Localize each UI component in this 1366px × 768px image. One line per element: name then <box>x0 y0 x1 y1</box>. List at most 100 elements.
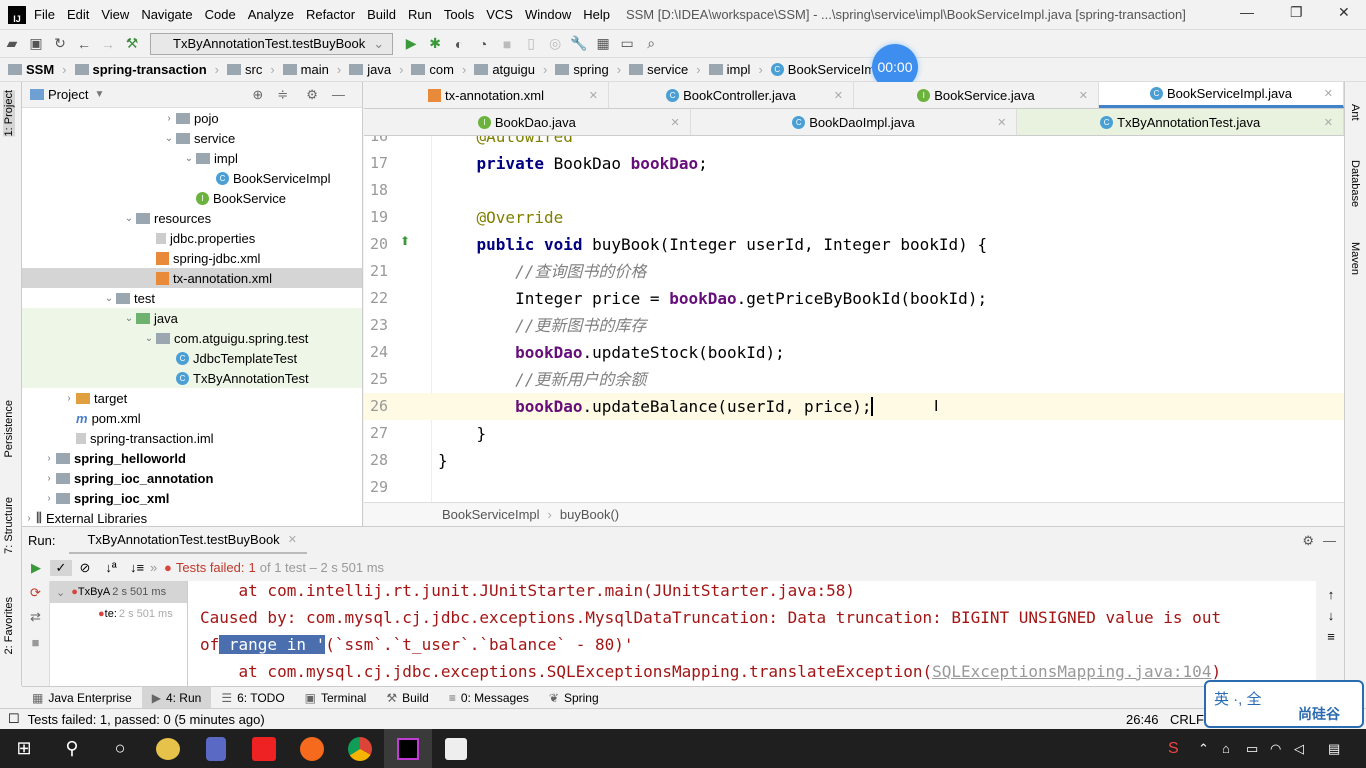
editor-tab[interactable]: I BookService.java ✕ <box>854 82 1099 108</box>
project-structure-icon[interactable]: ▦ <box>591 35 615 52</box>
menu-view[interactable]: View <box>101 7 129 22</box>
code-editor[interactable]: 16 @Autowired 17 private BookDao bookDao;… <box>364 136 1344 502</box>
chevron-down-icon[interactable]: ⌄ <box>122 213 136 224</box>
build-hammer-icon[interactable]: ⚒ <box>120 35 144 52</box>
breadcrumb-item[interactable]: spring-transaction › <box>74 62 219 77</box>
stop-icon[interactable]: ■ <box>495 36 519 52</box>
test-tree-item[interactable]: ● te: 2 s 501 ms <box>50 603 187 625</box>
notifications-icon[interactable]: ▤ <box>1328 741 1340 757</box>
tree-item[interactable]: jdbc.properties <box>22 228 362 248</box>
tray-wifi-icon[interactable]: ◠ <box>1270 741 1281 757</box>
chevron-right-icon[interactable]: › <box>42 493 56 504</box>
save-icon[interactable]: ▣ <box>24 35 48 52</box>
cursor-position[interactable]: 26:46 <box>1126 712 1159 727</box>
tree-item[interactable]: ⌄ impl <box>22 148 362 168</box>
tree-item[interactable]: › spring_ioc_annotation <box>22 468 362 488</box>
menu-code[interactable]: Code <box>205 7 236 22</box>
gear-icon[interactable]: ⚙ <box>306 87 318 103</box>
tree-item[interactable]: ⌄ java <box>22 308 362 328</box>
hide-icon[interactable]: — <box>1323 533 1336 548</box>
youdao-icon[interactable] <box>240 729 288 768</box>
tree-item[interactable]: ⌄ service <box>22 128 362 148</box>
tree-item[interactable]: › target <box>22 388 362 408</box>
show-ignored-icon[interactable]: ⊘ <box>72 560 98 576</box>
tree-item[interactable]: › ⫼ External Libraries <box>22 508 362 528</box>
search-icon[interactable]: ⌕ <box>639 35 663 52</box>
back-icon[interactable]: ← <box>72 36 96 52</box>
chevron-down-icon[interactable]: ⌄ <box>102 293 116 304</box>
sort-duration-icon[interactable]: ↓≡ <box>124 560 150 575</box>
tree-item[interactable]: I BookService <box>22 188 362 208</box>
collapse-icon[interactable]: ≑ <box>277 87 288 103</box>
toggle-icon[interactable]: ⇄ <box>22 609 49 625</box>
chevron-right-icon[interactable]: › <box>62 393 76 404</box>
menu-vcs[interactable]: VCS <box>486 7 513 22</box>
breadcrumb-item[interactable]: main › <box>282 62 341 77</box>
stop-icon[interactable]: ■ <box>22 635 49 650</box>
breadcrumb-item[interactable]: impl › <box>708 62 763 77</box>
menu-navigate[interactable]: Navigate <box>141 7 192 22</box>
chevron-down-icon[interactable]: ⌄ <box>142 333 156 344</box>
close-icon[interactable]: ✕ <box>1324 87 1333 100</box>
test-tree-root[interactable]: ⌄ ● TxByA 2 s 501 ms <box>50 581 187 603</box>
tree-item[interactable]: › pojo <box>22 108 362 128</box>
chevron-right-icon[interactable]: › <box>22 513 36 524</box>
chevron-right-icon[interactable]: › <box>42 473 56 484</box>
start-icon[interactable]: ⊞ <box>0 729 48 768</box>
tree-item[interactable]: m pom.xml <box>22 408 362 428</box>
minimize-button[interactable]: — <box>1240 4 1254 20</box>
tree-item[interactable]: C TxByAnnotationTest <box>22 368 362 388</box>
breadcrumb-item[interactable]: java › <box>349 62 403 77</box>
stripe-favorites[interactable]: 2: Favorites <box>3 597 15 654</box>
breadcrumb-item[interactable]: SSM › <box>8 62 67 77</box>
close-icon[interactable]: ✕ <box>589 89 598 102</box>
more-icon[interactable]: » <box>150 560 164 575</box>
editor-tab[interactable]: tx-annotation.xml ✕ <box>364 82 609 108</box>
search-icon[interactable]: ⚲ <box>48 729 96 768</box>
cortana-icon[interactable]: ○ <box>96 729 144 768</box>
breadcrumb-item[interactable]: com › <box>411 62 466 77</box>
menu-file[interactable]: File <box>34 7 55 22</box>
profile-icon[interactable]: ◔ <box>471 36 495 52</box>
chrome-icon[interactable] <box>336 729 384 768</box>
chevron-down-icon[interactable]: ⌄ <box>162 133 176 144</box>
stripe-maven[interactable]: Maven <box>1349 242 1361 275</box>
menu-build[interactable]: Build <box>367 7 396 22</box>
panel-toggle-icon[interactable]: ☐ <box>8 711 20 727</box>
tree-item[interactable]: C JdbcTemplateTest <box>22 348 362 368</box>
mysql-workbench-icon[interactable] <box>192 729 240 768</box>
down-arrow-icon[interactable]: ↓ <box>1318 608 1344 623</box>
tool-tab-build[interactable]: ⚒ Build <box>376 687 438 709</box>
close-icon[interactable]: ✕ <box>1079 89 1088 102</box>
typora-icon[interactable] <box>432 729 480 768</box>
breadcrumb-item[interactable]: spring › <box>555 62 621 77</box>
chevron-right-icon[interactable]: › <box>42 453 56 464</box>
sync-icon[interactable]: ↻ <box>48 35 72 52</box>
breadcrumb-item[interactable]: atguigu › <box>474 62 547 77</box>
tree-item[interactable]: › spring_helloworld <box>22 448 362 468</box>
implements-marker-icon[interactable]: ⬆ <box>400 234 410 248</box>
hide-icon[interactable]: — <box>332 87 345 102</box>
firefox-icon[interactable] <box>288 729 336 768</box>
tray-chevron-up-icon[interactable]: ⌃ <box>1198 741 1209 757</box>
tool-tab-terminal[interactable]: ▣ Terminal <box>295 687 377 709</box>
run-config-dropdown[interactable]: TxByAnnotationTest.testBuyBook ⌄ <box>150 32 394 55</box>
tree-item[interactable]: spring-transaction.iml <box>22 428 362 448</box>
ime-toolbar[interactable]: 英 ·, 全 尚硅谷 <box>1204 680 1364 728</box>
tree-item[interactable]: ⌄ test <box>22 288 362 308</box>
close-icon[interactable]: ✕ <box>834 89 843 102</box>
menu-help[interactable]: Help <box>583 7 610 22</box>
tray-network-icon[interactable]: ⌂ <box>1222 741 1230 756</box>
stripe-persistence[interactable]: Persistence <box>3 400 15 457</box>
tray-app-icon[interactable]: S <box>1168 740 1179 758</box>
chevron-down-icon[interactable]: ⌄ <box>122 313 136 324</box>
tree-item[interactable]: tx-annotation.xml <box>22 268 362 288</box>
project-title[interactable]: Project <box>48 87 88 102</box>
layout-icon[interactable]: ▭ <box>615 35 639 52</box>
close-icon[interactable]: ✕ <box>997 116 1006 129</box>
show-passed-icon[interactable]: ✓ <box>50 559 72 576</box>
close-icon[interactable]: ✕ <box>288 533 297 546</box>
tool-tab-spring[interactable]: ❦ Spring <box>539 687 609 709</box>
menu-refactor[interactable]: Refactor <box>306 7 355 22</box>
crumb-method[interactable]: buyBook() <box>560 507 619 522</box>
